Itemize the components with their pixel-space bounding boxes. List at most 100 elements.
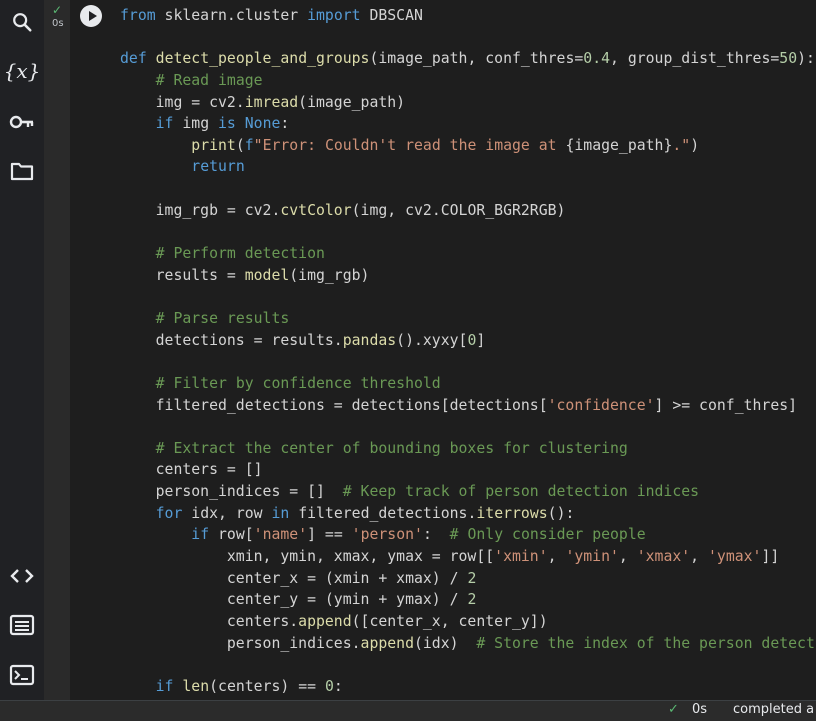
code-token: # Extract the center of bounding boxes f… — [155, 439, 628, 457]
code-line[interactable]: # Read image — [120, 70, 816, 92]
code-token: if — [155, 115, 174, 133]
code-line[interactable]: center_x = (xmin + xmax) / 2 — [120, 568, 816, 590]
code-token: append — [360, 634, 414, 652]
code-line[interactable]: img = cv2.imread(image_path) — [120, 92, 816, 114]
code-line[interactable]: person_indices.append(idx) # Store the i… — [120, 633, 816, 655]
code-line[interactable]: def detect_people_and_groups(image_path,… — [120, 48, 816, 70]
code-token: for — [155, 504, 183, 522]
cell-gutter — [44, 0, 70, 700]
code-token: len — [182, 677, 210, 695]
code-token: : — [422, 526, 450, 544]
secrets-key-icon[interactable] — [4, 106, 40, 138]
code-line[interactable]: for idx, row in filtered_detections.iter… — [120, 503, 816, 525]
code-token: ([center_x, center_y]) — [351, 612, 548, 630]
code-line[interactable] — [120, 351, 816, 373]
code-line[interactable] — [120, 27, 816, 49]
code-token: filtered_detections = detections[detecti… — [120, 396, 548, 414]
code-token: ." — [672, 136, 691, 154]
command-palette-icon[interactable] — [4, 609, 40, 641]
code-line[interactable]: # Extract the center of bounding boxes f… — [120, 438, 816, 460]
code-token: (idx) — [413, 634, 477, 652]
code-token: centers = [] — [120, 461, 263, 479]
code-token: ().xyxy[ — [396, 331, 468, 349]
code-line[interactable]: filtered_detections = detections[detecti… — [120, 395, 816, 417]
code-line[interactable] — [120, 178, 816, 200]
code-token: if — [191, 526, 210, 544]
code-token: cvtColor — [280, 201, 352, 219]
code-token: # Perform detection — [155, 245, 325, 263]
code-token: 'xmin' — [494, 548, 548, 566]
code-token: pandas — [342, 331, 397, 349]
code-line[interactable]: if img is None: — [120, 113, 816, 135]
code-token: iterrows — [476, 504, 548, 522]
code-token: (img, cv2.COLOR_BGR2RGB) — [351, 201, 566, 219]
code-line[interactable]: center_y = (ymin + ymax) / 2 — [120, 589, 816, 611]
run-cell-button[interactable] — [80, 5, 102, 27]
code-editor[interactable]: from sklearn.cluster import DBSCAN def de… — [120, 5, 816, 695]
code-token: centers. — [120, 612, 299, 630]
code-line[interactable]: print(f"Error: Couldn't read the image a… — [120, 135, 816, 157]
code-line[interactable]: # Parse results — [120, 308, 816, 330]
code-token: ( — [235, 136, 245, 154]
code-token: # Store the index of the person detectio — [476, 634, 816, 652]
code-token: None — [244, 115, 281, 133]
code-token: person_indices. — [120, 634, 361, 652]
code-line[interactable]: person_indices = [] # Keep track of pers… — [120, 481, 816, 503]
code-line[interactable]: detections = results.pandas().xyxy[0] — [120, 330, 816, 352]
code-line[interactable]: # Perform detection — [120, 243, 816, 265]
code-token: 'name' — [253, 526, 308, 544]
variables-icon[interactable]: {x} — [4, 55, 41, 87]
execution-success-icon: ✓ — [52, 3, 63, 17]
code-token: 2 — [467, 569, 477, 587]
code-token: in — [271, 504, 290, 522]
code-token: : — [280, 115, 290, 133]
code-line[interactable] — [120, 416, 816, 438]
search-icon[interactable] — [4, 6, 40, 38]
code-token: sklearn.cluster — [155, 7, 308, 24]
code-token: # Keep track of person detection indices — [342, 483, 700, 501]
code-snippets-icon[interactable] — [4, 560, 40, 592]
code-line[interactable]: if row['name'] == 'person': # Only consi… — [120, 524, 816, 546]
code-line[interactable]: xmin, ymin, xmax, ymax = row[['xmin', 'y… — [120, 546, 816, 568]
code-token: {image_path} — [565, 136, 673, 154]
code-token: (centers) == — [209, 677, 325, 695]
code-token: from — [120, 7, 156, 24]
code-line[interactable] — [120, 221, 816, 243]
code-line[interactable]: centers.append([center_x, center_y]) — [120, 611, 816, 633]
code-token: center_y = (ymin + ymax) / — [120, 591, 468, 609]
code-token: 'person' — [351, 526, 423, 544]
code-line[interactable]: from sklearn.cluster import DBSCAN — [120, 5, 816, 27]
code-token: print — [191, 136, 236, 154]
code-line[interactable]: centers = [] — [120, 459, 816, 481]
code-token: DBSCAN — [360, 7, 423, 24]
code-token: , — [690, 548, 708, 566]
code-line[interactable]: results = model(img_rgb) — [120, 265, 816, 287]
terminal-icon[interactable] — [4, 659, 40, 691]
code-token: row[ — [209, 526, 254, 544]
files-folder-icon[interactable] — [4, 155, 40, 187]
code-token: import — [307, 7, 361, 24]
code-token: 'xmax' — [636, 548, 691, 566]
code-line[interactable]: if len(centers) == 0: — [120, 676, 816, 695]
code-token: 'ymin' — [565, 548, 619, 566]
code-token: img_rgb = cv2. — [120, 201, 281, 219]
code-token: is — [218, 115, 236, 133]
code-line[interactable]: return — [120, 156, 816, 178]
code-token: ): — [797, 50, 815, 68]
code-line[interactable] — [120, 286, 816, 308]
code-line[interactable] — [120, 654, 816, 676]
code-token: # Filter by confidence threshold — [155, 374, 441, 392]
code-line[interactable]: img_rgb = cv2.cvtColor(img, cv2.COLOR_BG… — [120, 200, 816, 222]
code-token: , group_dist_thres= — [610, 50, 780, 68]
code-line[interactable]: # Filter by confidence threshold — [120, 373, 816, 395]
